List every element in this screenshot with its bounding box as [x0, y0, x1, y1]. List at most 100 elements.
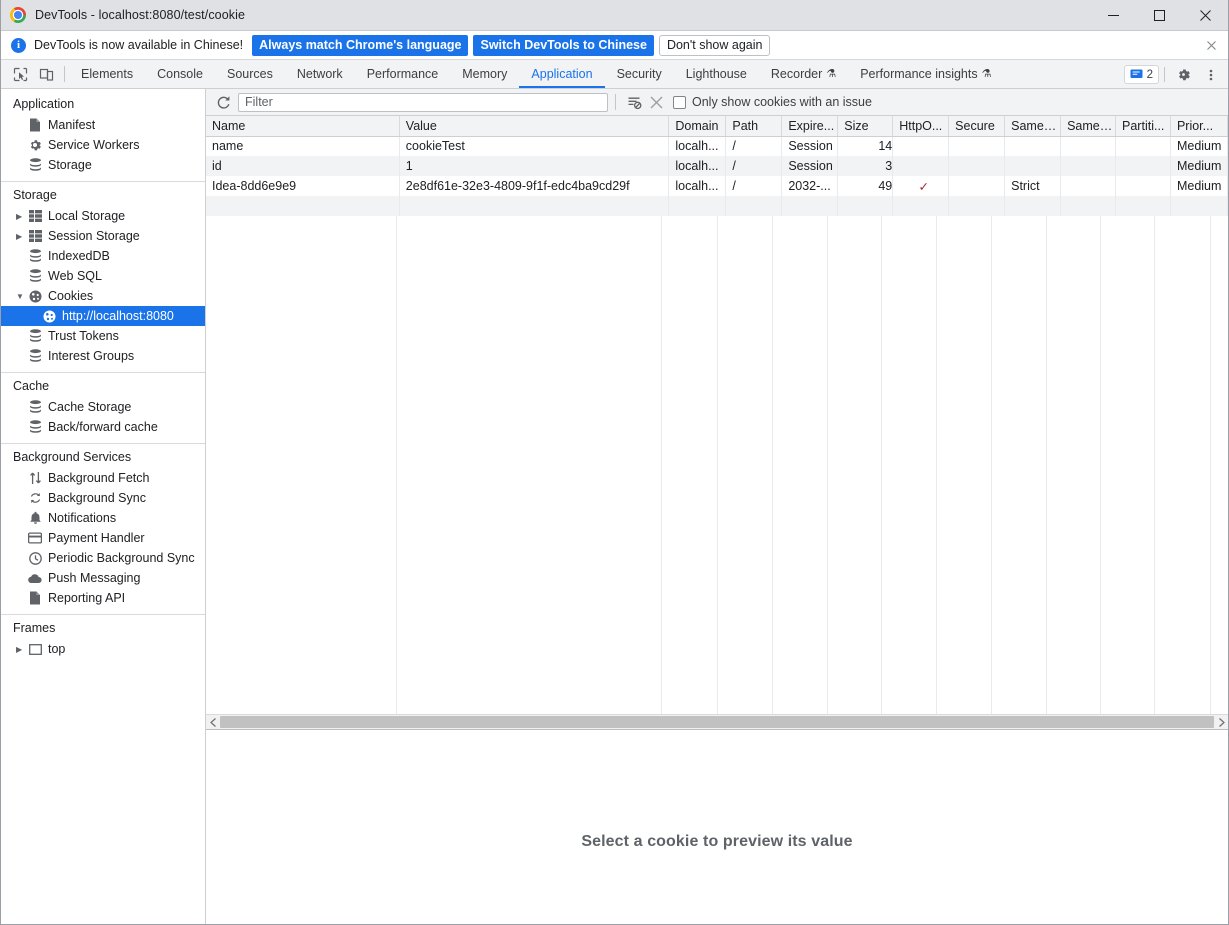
device-toolbar-icon[interactable] — [33, 61, 59, 87]
cell-samesite — [1004, 136, 1062, 156]
tab-performance[interactable]: Performance — [355, 60, 451, 88]
column-header-name[interactable]: Name — [206, 116, 400, 137]
tab-label: Application — [531, 67, 593, 81]
document-icon — [27, 590, 43, 606]
sidebar-item-manifest[interactable]: Manifest — [1, 115, 205, 135]
issues-badge[interactable]: 2 — [1123, 65, 1159, 84]
cloud-icon — [27, 570, 43, 586]
scrollbar-track[interactable] — [220, 714, 1214, 730]
sidebar-item-back-forward-cache[interactable]: Back/forward cache — [1, 417, 205, 437]
sidebar-item-label: Notifications — [48, 511, 117, 525]
column-header-path[interactable]: Path — [725, 116, 783, 137]
tab-recorder[interactable]: Recorder ⚗ — [759, 60, 848, 88]
sidebar-item-web-sql[interactable]: Web SQL — [1, 266, 205, 286]
sidebar-item-background-sync[interactable]: Background Sync — [1, 488, 205, 508]
only-issues-checkbox[interactable]: Only show cookies with an issue — [673, 95, 872, 109]
cell-samesite: Strict — [1004, 176, 1062, 196]
scroll-left-arrow-icon[interactable] — [206, 714, 220, 730]
scroll-right-arrow-icon[interactable] — [1214, 714, 1228, 730]
cookie-icon — [27, 288, 43, 304]
horizontal-scrollbar[interactable] — [206, 714, 1228, 730]
tab-bar-actions: 2 — [1123, 60, 1224, 89]
column-header-httponly[interactable]: HttpO... — [892, 116, 950, 137]
devtools-tool-icons — [1, 60, 69, 88]
close-button[interactable] — [1182, 0, 1228, 31]
column-header-sameparty[interactable]: SameP... — [1060, 116, 1117, 137]
tab-list: Elements Console Sources Network Perform… — [69, 60, 1003, 88]
sidebar-item-top-frame[interactable]: ▶ top — [1, 639, 205, 659]
tab-performance-insights[interactable]: Performance insights ⚗ — [848, 60, 1003, 88]
table-row[interactable]: name cookieTest localh... / Session 14 M… — [206, 136, 1228, 156]
column-header-expires[interactable]: Expire... — [781, 116, 839, 137]
switch-to-chinese-button[interactable]: Switch DevTools to Chinese — [473, 34, 654, 56]
sidebar-item-cache-storage[interactable]: Cache Storage — [1, 397, 205, 417]
tab-security[interactable]: Security — [605, 60, 674, 88]
sidebar-divider — [1, 443, 205, 444]
sidebar-item-service-workers[interactable]: Service Workers — [1, 135, 205, 155]
table-body: name cookieTest localh... / Session 14 M… — [206, 136, 1228, 216]
always-match-language-button[interactable]: Always match Chrome's language — [252, 34, 469, 56]
more-options-kebab-icon[interactable] — [1198, 62, 1224, 88]
column-header-size[interactable]: Size — [837, 116, 894, 137]
column-header-priority[interactable]: Prior... — [1170, 116, 1228, 137]
sidebar-item-interest-groups[interactable]: Interest Groups — [1, 346, 205, 366]
sidebar-item-notifications[interactable]: Notifications — [1, 508, 205, 528]
sidebar-item-label: Background Sync — [48, 491, 146, 505]
column-header-partitioned[interactable]: Partiti... — [1115, 116, 1171, 137]
tab-application[interactable]: Application — [519, 60, 605, 88]
cell-sameparty — [1060, 156, 1117, 176]
cell-secure — [948, 156, 1006, 176]
tab-console[interactable]: Console — [145, 60, 215, 88]
sidebar-item-label: Interest Groups — [48, 349, 135, 363]
tab-elements[interactable]: Elements — [69, 60, 145, 88]
tab-sources[interactable]: Sources — [215, 60, 285, 88]
toolbar-divider — [64, 66, 65, 82]
sidebar-item-payment-handler[interactable]: Payment Handler — [1, 528, 205, 548]
tab-memory[interactable]: Memory — [450, 60, 519, 88]
tab-network[interactable]: Network — [285, 60, 355, 88]
sidebar-item-storage[interactable]: Storage — [1, 155, 205, 175]
database-icon — [27, 268, 43, 284]
sidebar-item-background-fetch[interactable]: Background Fetch — [1, 468, 205, 488]
checkbox-box[interactable] — [673, 95, 686, 109]
chevron-right-icon[interactable]: ▶ — [16, 232, 27, 241]
minimize-button[interactable] — [1090, 0, 1136, 31]
chevron-down-icon[interactable]: ▼ — [16, 292, 27, 301]
clear-all-cookies-icon[interactable] — [645, 91, 667, 113]
sidebar-item-push-messaging[interactable]: Push Messaging — [1, 568, 205, 588]
issues-icon — [1130, 69, 1143, 79]
table-row[interactable]: id 1 localh... / Session 3 Medium — [206, 156, 1228, 176]
cell-name: id — [206, 156, 400, 176]
cell-httponly — [892, 136, 950, 156]
column-header-samesite[interactable]: SameS... — [1004, 116, 1062, 137]
column-header-domain[interactable]: Domain — [668, 116, 727, 137]
column-header-secure[interactable]: Secure — [948, 116, 1006, 137]
sidebar-item-indexeddb[interactable]: IndexedDB — [1, 246, 205, 266]
close-icon[interactable] — [1202, 36, 1220, 54]
tab-lighthouse[interactable]: Lighthouse — [674, 60, 759, 88]
dont-show-again-button[interactable]: Don't show again — [658, 34, 771, 56]
inspect-element-icon[interactable] — [7, 61, 33, 87]
chevron-right-icon[interactable]: ▶ — [16, 212, 27, 221]
filter-input[interactable] — [238, 92, 608, 112]
refresh-icon[interactable] — [212, 91, 234, 113]
sidebar-item-cookies[interactable]: ▼ Cookies — [1, 286, 205, 306]
maximize-button[interactable] — [1136, 0, 1182, 31]
chevron-right-icon[interactable]: ▶ — [16, 645, 27, 654]
column-header-value[interactable]: Value — [399, 116, 670, 137]
sidebar-item-label: Service Workers — [48, 138, 140, 152]
settings-gear-icon[interactable] — [1170, 62, 1196, 88]
devtools-tab-bar: Elements Console Sources Network Perform… — [1, 60, 1228, 89]
sidebar-item-session-storage[interactable]: ▶ Session Storage — [1, 226, 205, 246]
sidebar-item-periodic-background-sync[interactable]: Periodic Background Sync — [1, 548, 205, 568]
bell-icon — [27, 510, 43, 526]
clear-filtered-cookies-icon[interactable] — [623, 91, 645, 113]
sidebar-item-reporting-api[interactable]: Reporting API — [1, 588, 205, 608]
sidebar-item-cookie-origin[interactable]: http://localhost:8080 — [1, 306, 205, 326]
sidebar-item-trust-tokens[interactable]: Trust Tokens — [1, 326, 205, 346]
cell-value: cookieTest — [399, 136, 670, 156]
table-row[interactable]: Idea-8dd6e9e9 2e8df61e-32e3-4809-9f1f-ed… — [206, 176, 1228, 196]
manifest-icon — [27, 117, 43, 133]
sidebar-item-local-storage[interactable]: ▶ Local Storage — [1, 206, 205, 226]
scrollbar-thumb[interactable] — [220, 716, 1214, 728]
